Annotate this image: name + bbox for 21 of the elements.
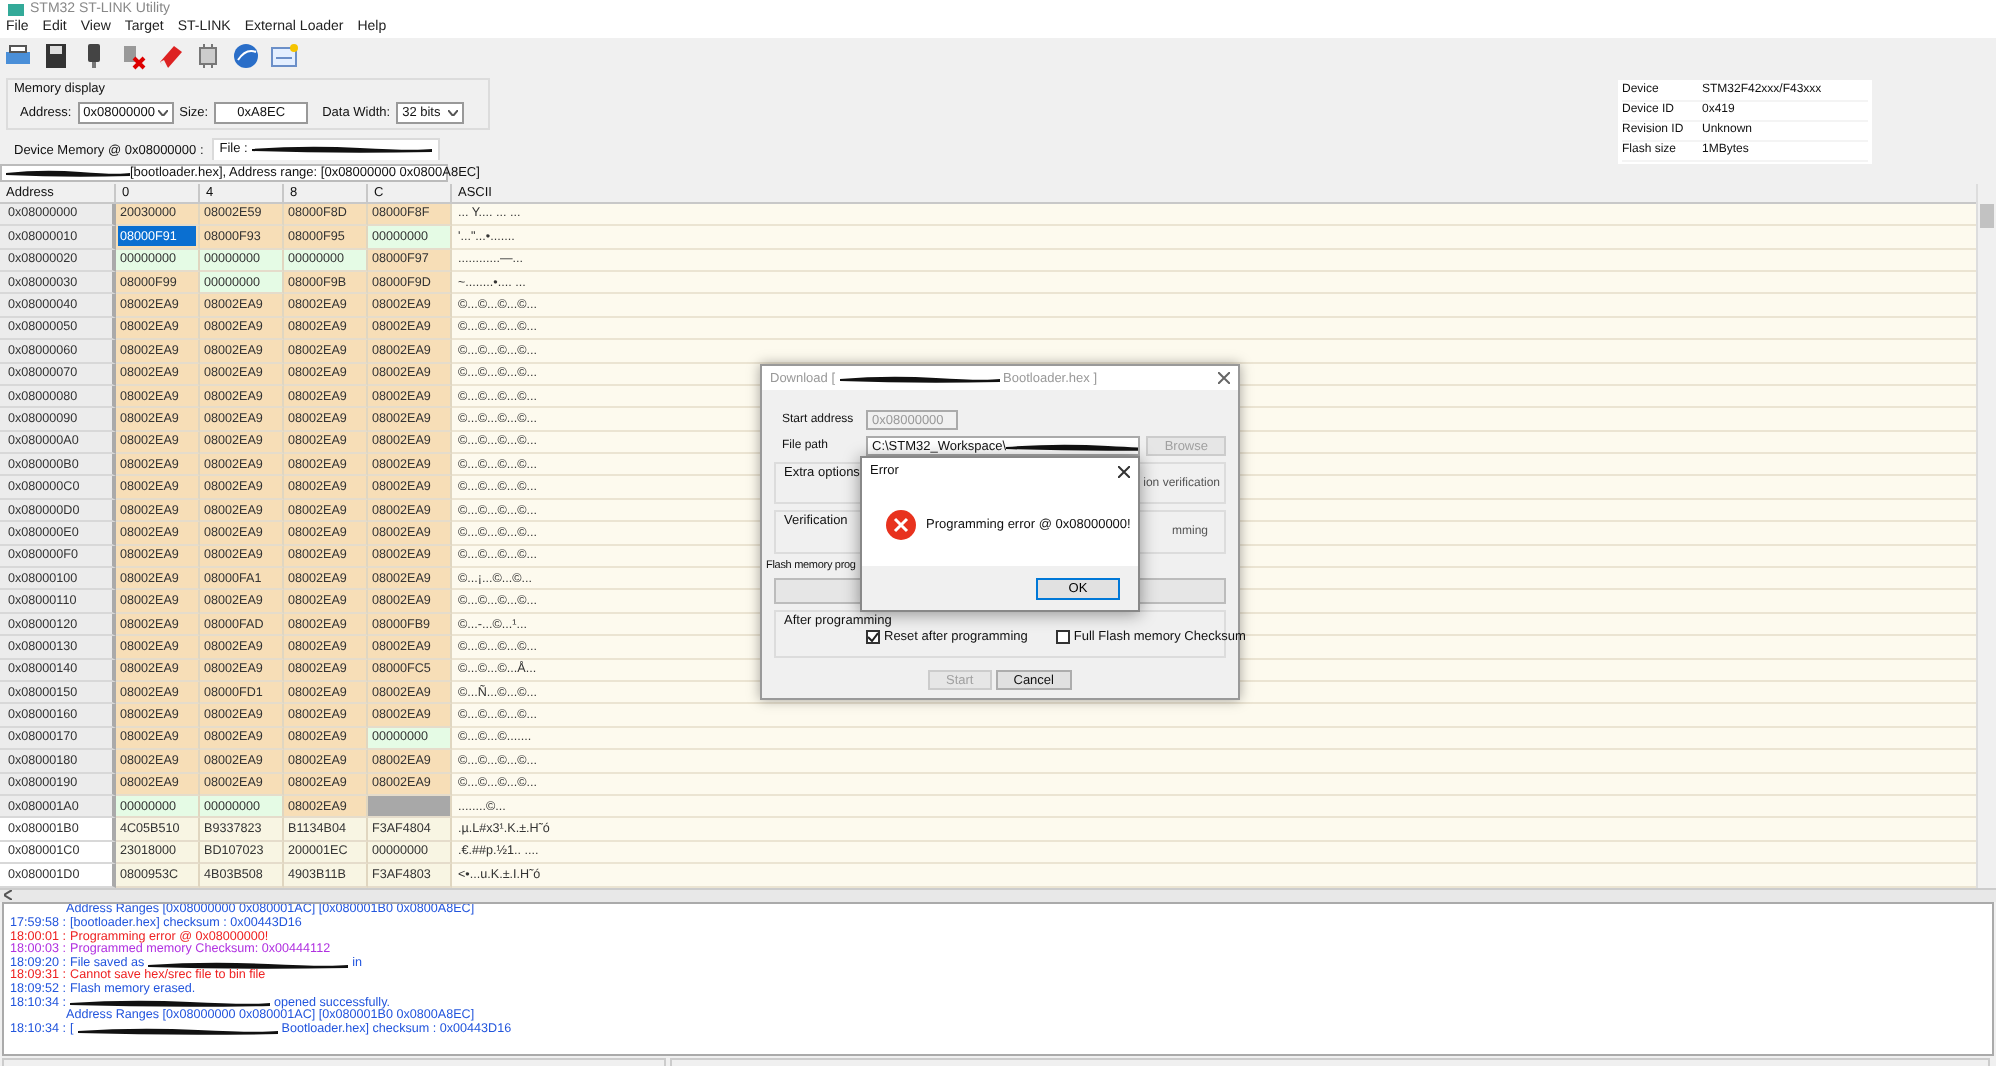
close-icon[interactable] — [1118, 465, 1130, 477]
plug-disconnect-icon[interactable] — [118, 41, 146, 70]
chevron-icon — [448, 109, 459, 116]
swv-icon[interactable] — [270, 41, 298, 70]
scroll-left-icon[interactable] — [4, 890, 12, 901]
chevron-icon — [157, 109, 168, 116]
hex-cell[interactable] — [368, 795, 452, 819]
checkbox-box[interactable] — [866, 630, 880, 644]
app-icon — [8, 3, 24, 16]
vertical-scrollbar[interactable] — [1976, 183, 1996, 887]
check-icon — [868, 632, 878, 642]
eraser-icon[interactable] — [156, 41, 184, 70]
redaction-scribble — [6, 167, 130, 178]
error-icon — [886, 510, 916, 540]
printer-icon[interactable] — [4, 41, 32, 70]
close-icon[interactable] — [1218, 372, 1230, 384]
save-icon[interactable] — [42, 41, 70, 70]
chip-icon[interactable] — [194, 41, 222, 70]
redaction-scribble — [1006, 441, 1139, 451]
globe-icon[interactable] — [232, 41, 260, 70]
checkbox-box[interactable] — [1055, 630, 1070, 644]
